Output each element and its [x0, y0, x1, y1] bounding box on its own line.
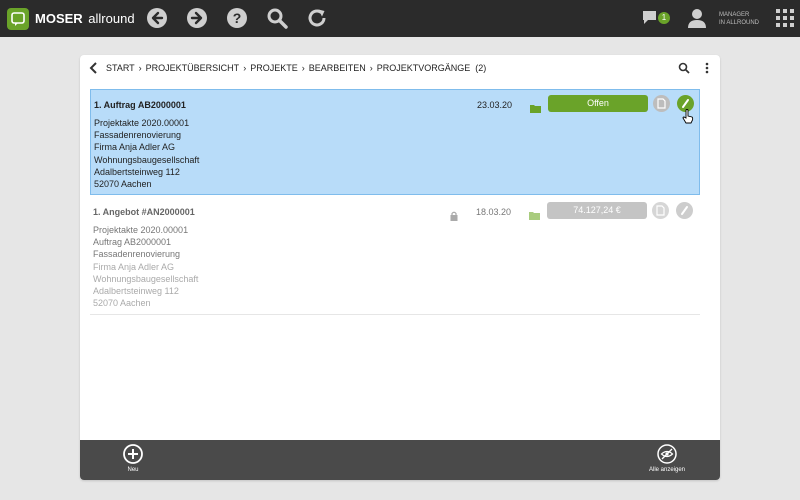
new-button[interactable]: Neu [103, 444, 163, 478]
search-icon[interactable] [266, 7, 288, 29]
back-icon[interactable] [146, 7, 168, 29]
search-icon[interactable] [678, 61, 690, 74]
document-button[interactable] [652, 202, 669, 219]
lock-icon [450, 208, 458, 221]
item-date: 23.03.20 [477, 100, 513, 110]
amount-badge[interactable]: 74.127,24 € [547, 202, 647, 219]
status-badge[interactable]: Offen [548, 95, 648, 112]
main-card: START › PROJEKTÜBERSICHT › PROJEKTE › BEARBEIT… [80, 55, 720, 480]
show-all-button[interactable]: Alle anzeigen [637, 444, 697, 478]
chevron-left-icon[interactable] [88, 61, 100, 75]
eye-off-icon [657, 444, 677, 464]
item-title: 1. Auftrag AB2000001 [94, 100, 186, 110]
user-icon[interactable] [686, 7, 708, 29]
breadcrumb-item-projektuebersicht[interactable]: PROJEKTÜBERSICHT [146, 63, 240, 73]
app-logo[interactable] [7, 8, 29, 30]
top-bar: MOSER allround ? 1 MANAGER IN ALLROUND [0, 0, 800, 37]
breadcrumb: START › PROJEKTÜBERSICHT › PROJEKTE › BEARBEIT… [106, 63, 487, 73]
user-role-label: MANAGER IN ALLROUND [719, 12, 760, 26]
list-item[interactable]: 1. Auftrag AB2000001 23.03.20 Offen Proj… [90, 89, 700, 195]
brand-name: MOSER allround [35, 11, 135, 26]
folder-icon[interactable] [529, 207, 540, 220]
hand-cursor-icon [682, 109, 694, 124]
item-details: Projektakte 2020.00001 Auftrag AB2000001… [93, 225, 199, 309]
message-count-badge: 1 [658, 12, 670, 24]
item-date: 18.03.20 [476, 207, 512, 217]
document-button[interactable] [653, 95, 670, 112]
breadcrumb-item-bearbeiten[interactable]: BEARBEITEN [309, 63, 366, 73]
list-item[interactable]: 1. Angebot #AN2000001 18.03.20 74.127,24… [90, 199, 700, 315]
plus-circle-icon [123, 444, 143, 464]
breadcrumb-bar: START › PROJEKTÜBERSICHT › PROJEKTE › BEARBEIT… [80, 55, 720, 81]
more-vertical-icon[interactable] [704, 61, 710, 75]
bottom-toolbar: Neu Alle anzeigen [80, 440, 720, 480]
help-icon[interactable]: ? [226, 7, 248, 29]
breadcrumb-item-projekte[interactable]: PROJEKTE [250, 63, 298, 73]
forward-icon[interactable] [186, 7, 208, 29]
folder-icon[interactable] [530, 100, 541, 113]
breadcrumb-item-start[interactable]: START [106, 63, 135, 73]
apps-grid-icon[interactable] [776, 9, 798, 31]
breadcrumb-item-projektvorgaenge: PROJEKTVORGÄNGE [376, 63, 471, 73]
item-details: Projektakte 2020.00001 Fassadenrenovieru… [94, 118, 200, 190]
refresh-icon[interactable] [306, 7, 328, 29]
breadcrumb-count: (2) [475, 63, 487, 73]
edit-button[interactable] [676, 202, 693, 219]
svg-text:?: ? [233, 10, 242, 26]
item-title: 1. Angebot #AN2000001 [93, 207, 195, 217]
